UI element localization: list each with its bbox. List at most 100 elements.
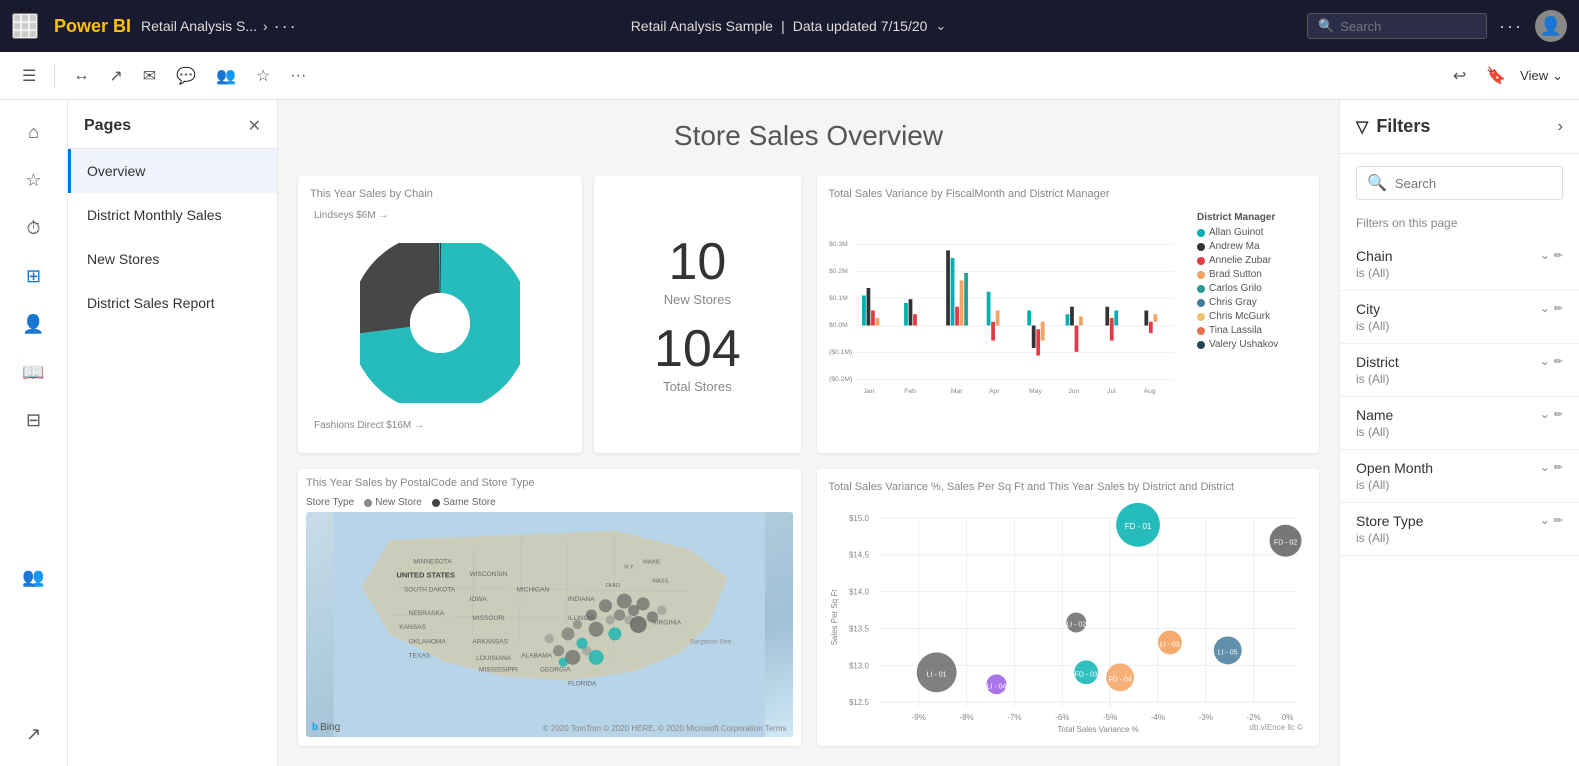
filter-chain-value: is (All) <box>1356 266 1393 280</box>
kpi-new-stores: 10 New Stores <box>606 236 788 307</box>
filters-expand-button[interactable]: › <box>1558 118 1563 136</box>
kpi-total-stores: 104 Total Stores <box>606 323 788 394</box>
bookmark-button[interactable]: 🔖 <box>1480 62 1512 90</box>
filter-chain-name: Chain <box>1356 248 1393 264</box>
view-chevron-icon: ⌄ <box>1552 68 1563 84</box>
svg-text:N.Y.: N.Y. <box>624 564 635 570</box>
bar-chart-card[interactable]: Total Sales Variance by FiscalMonth and … <box>817 176 1320 453</box>
teams-button[interactable]: 👥 <box>210 62 242 90</box>
sidebar-item-home[interactable]: ⌂ <box>14 112 54 152</box>
filter-name-edit[interactable]: ✏ <box>1554 408 1563 421</box>
filter-item-city[interactable]: City is (All) ⌄ ✏ <box>1340 291 1579 344</box>
filter-open-month-edit[interactable]: ✏ <box>1554 461 1563 474</box>
svg-text:Jan: Jan <box>863 388 874 395</box>
app-grid-button[interactable] <box>12 13 38 39</box>
filter-store-type-edit[interactable]: ✏ <box>1554 514 1563 527</box>
view-button[interactable]: View ⌄ <box>1520 68 1563 84</box>
filter-item-open-month[interactable]: Open Month is (All) ⌄ ✏ <box>1340 450 1579 503</box>
map-chart-card[interactable]: This Year Sales by PostalCode and Store … <box>298 469 801 746</box>
filter-store-type-chevron[interactable]: ⌄ <box>1540 513 1550 527</box>
nav-more-button[interactable]: ··· <box>1499 16 1523 37</box>
filter-item-name[interactable]: Name is (All) ⌄ ✏ <box>1340 397 1579 450</box>
filter-item-store-type[interactable]: Store Type is (All) ⌄ ✏ <box>1340 503 1579 556</box>
svg-text:VIRGINIA: VIRGINIA <box>652 620 681 627</box>
filter-name-name: Name <box>1356 407 1393 423</box>
nav-search-box[interactable]: 🔍 <box>1307 13 1487 39</box>
kpi-new-stores-label: New Stores <box>606 292 788 307</box>
filter-item-district[interactable]: District is (All) ⌄ ✏ <box>1340 344 1579 397</box>
sidebar-item-learn[interactable]: 📖 <box>14 352 54 392</box>
sidebar-item-workspaces[interactable]: 👥 <box>14 557 54 597</box>
page-item-district-sales[interactable]: District Sales Report <box>68 281 277 325</box>
filters-section-title: Filters on this page <box>1340 212 1579 238</box>
nav-center-title: Retail Analysis Sample | Data updated 7/… <box>631 18 949 34</box>
pages-close-button[interactable]: ✕ <box>248 116 261 136</box>
svg-text:FD - 02: FD - 02 <box>1273 540 1296 547</box>
comment-button[interactable]: 💬 <box>170 62 202 90</box>
export-button[interactable]: ↗ <box>103 62 128 90</box>
back-button[interactable]: ↔ <box>67 63 95 89</box>
filter-city-chevron[interactable]: ⌄ <box>1540 301 1550 315</box>
nav-search-input[interactable] <box>1340 19 1470 34</box>
breadcrumb-more-button[interactable]: ··· <box>274 16 298 37</box>
pie-chart-card[interactable]: This Year Sales by Chain Lindseys $6M → … <box>298 176 582 453</box>
svg-text:SOUTH DAKOTA: SOUTH DAKOTA <box>404 587 456 594</box>
filter-item-chain[interactable]: Chain is (All) ⌄ ✏ <box>1340 238 1579 291</box>
filter-chain-edit[interactable]: ✏ <box>1554 249 1563 262</box>
menu-toggle-button[interactable]: ☰ <box>16 62 42 90</box>
sidebar-expand-button[interactable]: ↗ <box>14 714 54 754</box>
user-avatar[interactable]: 👤 <box>1535 10 1567 42</box>
svg-text:IOWA: IOWA <box>470 596 488 603</box>
favorite-button[interactable]: ☆ <box>250 62 276 90</box>
sidebar-item-people[interactable]: 👤 <box>14 304 54 344</box>
filter-district-edit[interactable]: ✏ <box>1554 355 1563 368</box>
nav-separator: | <box>781 18 785 34</box>
bar-chart-svg: $0.3M $0.2M $0.1M $0.0M ($0.1M) ($0.2M) <box>829 208 1190 428</box>
email-button[interactable]: ✉ <box>137 62 162 90</box>
legend-title: District Manager <box>1197 212 1307 223</box>
sidebar-item-recent[interactable]: ⏱ <box>14 208 54 248</box>
kpi-card: 10 New Stores 104 Total Stores <box>594 176 800 453</box>
filters-search-box[interactable]: 🔍 <box>1356 166 1563 200</box>
svg-text:TEXAS: TEXAS <box>409 652 431 659</box>
svg-text:$0.2M: $0.2M <box>829 268 848 275</box>
svg-text:-3%: -3% <box>1198 713 1212 722</box>
filter-open-month-chevron[interactable]: ⌄ <box>1540 460 1550 474</box>
svg-text:-7%: -7% <box>1007 713 1021 722</box>
main-layout: ⌂ ☆ ⏱ ⊞ 👤 📖 ⊟ 👥 ↗ Pages ✕ Overview Distr… <box>0 100 1579 766</box>
filters-panel: ▽ Filters › 🔍 Filters on this page Chain… <box>1339 100 1579 766</box>
map-legend: Store Type New Store Same Store <box>306 497 793 508</box>
svg-text:FD - 03: FD - 03 <box>1074 671 1097 678</box>
filter-open-month-value: is (All) <box>1356 478 1433 492</box>
filter-chain-chevron[interactable]: ⌄ <box>1540 248 1550 262</box>
nav-center-chevron[interactable]: ⌄ <box>935 18 948 34</box>
sidebar-item-favorites[interactable]: ☆ <box>14 160 54 200</box>
filter-name-chevron[interactable]: ⌄ <box>1540 407 1550 421</box>
more-options-toolbar-button[interactable]: ··· <box>284 63 312 89</box>
svg-text:LI - 01: LI - 01 <box>926 671 946 678</box>
svg-text:$12.5: $12.5 <box>848 698 869 707</box>
undo-button[interactable]: ↩ <box>1447 62 1472 90</box>
breadcrumb-text: Retail Analysis S... <box>141 18 257 34</box>
scatter-chart-card[interactable]: Total Sales Variance %, Sales Per Sq Ft … <box>817 469 1320 746</box>
filters-search-input[interactable] <box>1395 176 1552 191</box>
svg-text:-4%: -4% <box>1150 713 1164 722</box>
svg-text:-6%: -6% <box>1055 713 1069 722</box>
page-item-district-monthly[interactable]: District Monthly Sales <box>68 193 277 237</box>
page-item-overview[interactable]: Overview <box>68 149 277 193</box>
sidebar-item-apps[interactable]: ⊟ <box>14 400 54 440</box>
scatter-chart-svg: Sales Per Sq Ft $15.0 $14.5 $14.0 $13.5 … <box>829 501 1308 734</box>
svg-text:-5%: -5% <box>1103 713 1117 722</box>
svg-text:-2%: -2% <box>1246 713 1260 722</box>
pages-header: Pages ✕ <box>68 100 277 149</box>
svg-text:MINNESOTA: MINNESOTA <box>413 559 452 566</box>
filter-district-chevron[interactable]: ⌄ <box>1540 354 1550 368</box>
nav-search-icon: 🔍 <box>1318 18 1334 34</box>
sidebar-item-reports[interactable]: ⊞ <box>14 256 54 296</box>
bar-chart-legend: District Manager Allan Guinot Andrew Ma … <box>1197 208 1307 428</box>
kpi-new-stores-value: 10 <box>606 236 788 288</box>
filter-city-edit[interactable]: ✏ <box>1554 302 1563 315</box>
pie-label-lindseys: Lindseys $6M → <box>314 210 388 221</box>
svg-text:MAINE: MAINE <box>643 560 661 566</box>
page-item-new-stores[interactable]: New Stores <box>68 237 277 281</box>
